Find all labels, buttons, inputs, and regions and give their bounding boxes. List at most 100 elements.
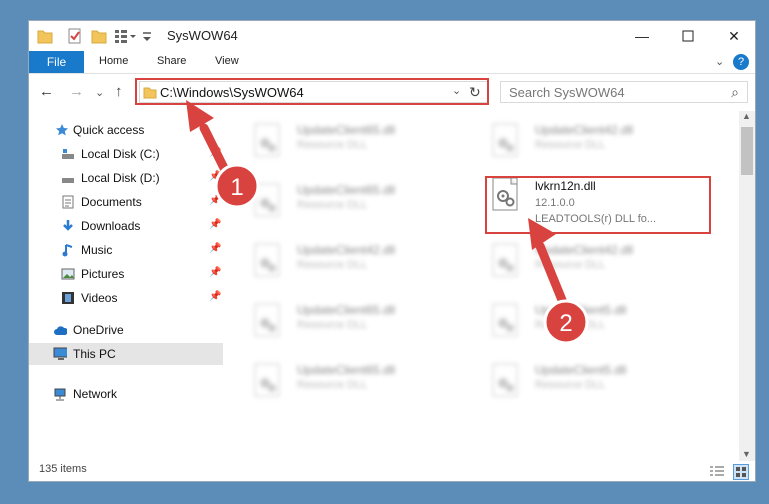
expand-ribbon-icon[interactable]: ⌄ (715, 55, 724, 68)
list-item[interactable]: UpdateClient42.dll Resource DLL (463, 233, 693, 283)
pin-icon[interactable]: 📌 (209, 171, 221, 182)
help-button[interactable]: ? (733, 54, 749, 70)
list-item[interactable]: UpdateClient65.dll Resource DLL (225, 173, 455, 223)
file-description: Resource DLL (535, 319, 606, 331)
computer-icon (53, 347, 67, 360)
view-menu-icon[interactable] (113, 27, 137, 45)
file-name: UpdateClient42.dll (535, 243, 634, 257)
details-view-icon[interactable] (709, 465, 725, 479)
sidebar-item-pictures[interactable]: Pictures 📌 (29, 263, 223, 285)
forward-button[interactable]: → (69, 83, 84, 100)
sidebar-item-music[interactable]: Music 📌 (29, 239, 223, 261)
tab-share[interactable]: Share (157, 55, 186, 67)
title-bar: SysWOW64 — ✕ (29, 21, 755, 51)
dll-file-icon (254, 243, 280, 277)
file-name: UpdateClient42.dll (535, 123, 634, 137)
file-description: Resource DLL (535, 379, 606, 391)
list-item[interactable]: UpdateClient65.dll Resource DLL (225, 113, 455, 163)
large-icons-view-icon[interactable] (733, 464, 749, 480)
sidebar-item-label: Local Disk (C:) (81, 147, 160, 161)
file-description: Resource DLL (297, 319, 368, 331)
sidebar-item-network[interactable]: Network (29, 383, 223, 405)
music-icon (62, 244, 73, 257)
sidebar-item-label: Videos (81, 291, 118, 305)
sidebar-item-videos[interactable]: Videos 📌 (29, 287, 223, 309)
file-name: UpdateClient42.dll (297, 243, 396, 257)
file-name: UpdateClient5.dll (535, 363, 627, 377)
list-item[interactable]: UpdateClient5.dll Resource DLL (463, 293, 693, 343)
drive-icon (62, 178, 74, 183)
file-description: Resource DLL (297, 259, 368, 271)
sidebar-item-downloads[interactable]: Downloads 📌 (29, 215, 223, 237)
pin-icon[interactable]: 📌 (209, 219, 221, 230)
list-item[interactable]: UpdateClient5.dll Resource DLL (463, 353, 693, 403)
maximize-button[interactable] (665, 21, 711, 51)
file-name: UpdateClient5.dll (535, 303, 627, 317)
properties-icon[interactable] (67, 27, 83, 45)
tab-home[interactable]: Home (99, 55, 128, 67)
dll-file-icon (492, 123, 518, 157)
file-description: Resource DLL (297, 139, 368, 151)
sidebar-item-label: Quick access (73, 123, 145, 137)
list-item[interactable]: UpdateClient65.dll Resource DLL (225, 353, 455, 403)
address-bar-highlight (135, 78, 489, 105)
navigation-pane: Quick access Local Disk (C:) 📌 Local Dis… (29, 111, 223, 453)
file-description: Resource DLL (297, 199, 368, 211)
sidebar-item-label: Music (81, 243, 113, 257)
pin-icon[interactable]: 📌 (209, 147, 221, 158)
list-item[interactable]: UpdateClient65.dll Resource DLL (225, 293, 455, 343)
search-input[interactable]: Search SysWOW64 ⌕ (500, 81, 748, 103)
video-icon (62, 292, 74, 304)
file-name: UpdateClient65.dll (297, 363, 396, 377)
sidebar-item-documents[interactable]: Documents 📌 (29, 191, 223, 213)
list-item[interactable]: UpdateClient42.dll Resource DLL (225, 233, 455, 283)
network-icon (54, 388, 66, 401)
up-button[interactable]: ↑ (115, 83, 123, 100)
dll-file-icon (492, 243, 518, 277)
file-list: UpdateClient65.dll Resource DLL UpdateCl… (225, 111, 735, 453)
status-bar: 135 items (29, 461, 755, 481)
scroll-down-icon[interactable]: ▼ (742, 449, 751, 459)
search-icon: ⌕ (731, 84, 739, 100)
document-icon (62, 195, 74, 209)
sidebar-item-onedrive[interactable]: OneDrive (29, 319, 223, 341)
pin-icon[interactable]: 📌 (209, 291, 221, 302)
close-button[interactable]: ✕ (711, 21, 755, 51)
sidebar-item-label: Downloads (81, 219, 141, 233)
star-icon (56, 124, 68, 136)
sidebar-item-label: Network (73, 387, 118, 401)
file-highlight (485, 176, 711, 234)
tab-file[interactable]: File (29, 51, 84, 73)
vertical-scrollbar[interactable]: ▲ ▼ (739, 111, 755, 461)
picture-icon (61, 268, 75, 280)
back-button[interactable]: ← (39, 83, 54, 100)
list-item[interactable]: UpdateClient42.dll Resource DLL (463, 113, 693, 163)
sidebar-item-quick-access[interactable]: Quick access (29, 119, 223, 141)
dll-file-icon (254, 303, 280, 337)
search-placeholder: Search SysWOW64 (509, 85, 625, 100)
minimize-button[interactable]: — (619, 21, 665, 51)
sidebar-item-local-disk-c[interactable]: Local Disk (C:) 📌 (29, 143, 223, 165)
sidebar-item-label: This PC (73, 347, 116, 361)
new-folder-icon[interactable] (91, 27, 107, 45)
drive-icon (62, 149, 74, 159)
scroll-up-icon[interactable]: ▲ (742, 111, 751, 121)
customize-toolbar-icon[interactable] (141, 27, 153, 45)
pin-icon[interactable]: 📌 (209, 195, 221, 206)
pin-icon[interactable]: 📌 (209, 267, 221, 278)
dll-file-icon (254, 183, 280, 217)
dll-file-icon (254, 363, 280, 397)
scrollbar-thumb[interactable] (741, 127, 753, 175)
pin-icon[interactable]: 📌 (209, 243, 221, 254)
file-description: Resource DLL (535, 139, 606, 151)
file-name: UpdateClient65.dll (297, 303, 396, 317)
recent-locations-button[interactable]: ⌄ (95, 86, 104, 99)
tab-view[interactable]: View (215, 55, 239, 67)
dll-file-icon (492, 363, 518, 397)
folder-icon[interactable] (37, 27, 53, 45)
file-description: Resource DLL (297, 379, 368, 391)
sidebar-item-label: Documents (81, 195, 142, 209)
sidebar-item-label: OneDrive (73, 323, 124, 337)
sidebar-item-local-disk-d[interactable]: Local Disk (D:) 📌 (29, 167, 223, 189)
sidebar-item-this-pc[interactable]: This PC (29, 343, 223, 365)
